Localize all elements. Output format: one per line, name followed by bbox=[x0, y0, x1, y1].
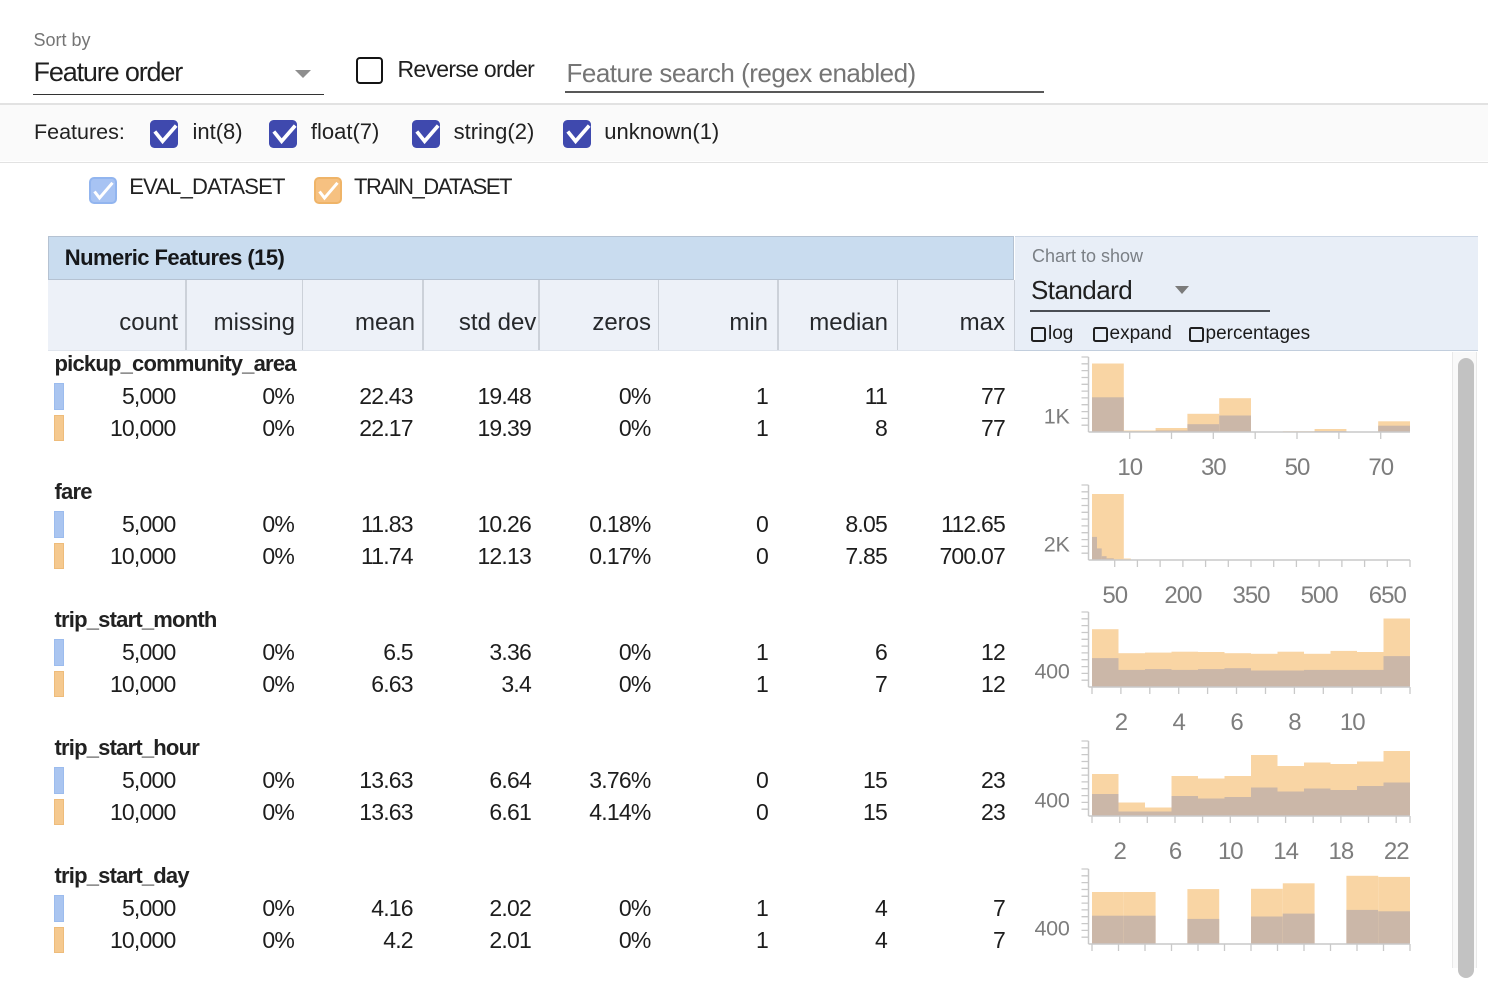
svg-text:200: 200 bbox=[1164, 582, 1202, 604]
svg-text:10: 10 bbox=[1218, 838, 1243, 860]
svg-text:10: 10 bbox=[1340, 709, 1365, 731]
svg-text:400: 400 bbox=[1035, 788, 1070, 812]
svg-text:8: 8 bbox=[1288, 709, 1301, 731]
svg-text:70: 70 bbox=[1368, 454, 1393, 476]
svg-text:1K: 1K bbox=[1044, 405, 1071, 429]
svg-text:4: 4 bbox=[1173, 709, 1186, 731]
svg-text:30: 30 bbox=[1201, 454, 1226, 476]
svg-text:14: 14 bbox=[1273, 838, 1298, 860]
svg-text:350: 350 bbox=[1232, 582, 1270, 604]
svg-text:6: 6 bbox=[1230, 709, 1243, 731]
svg-text:10: 10 bbox=[1117, 454, 1142, 476]
svg-text:50: 50 bbox=[1102, 582, 1127, 604]
svg-text:400: 400 bbox=[1035, 916, 1070, 940]
svg-text:50: 50 bbox=[1285, 454, 1310, 476]
svg-text:2: 2 bbox=[1114, 838, 1127, 860]
svg-text:650: 650 bbox=[1369, 582, 1407, 604]
svg-text:2K: 2K bbox=[1044, 532, 1071, 556]
svg-text:22: 22 bbox=[1384, 838, 1409, 860]
svg-text:2: 2 bbox=[1115, 709, 1128, 731]
svg-text:18: 18 bbox=[1329, 838, 1354, 860]
svg-text:400: 400 bbox=[1035, 660, 1070, 684]
svg-text:500: 500 bbox=[1301, 582, 1339, 604]
svg-text:6: 6 bbox=[1169, 838, 1182, 860]
